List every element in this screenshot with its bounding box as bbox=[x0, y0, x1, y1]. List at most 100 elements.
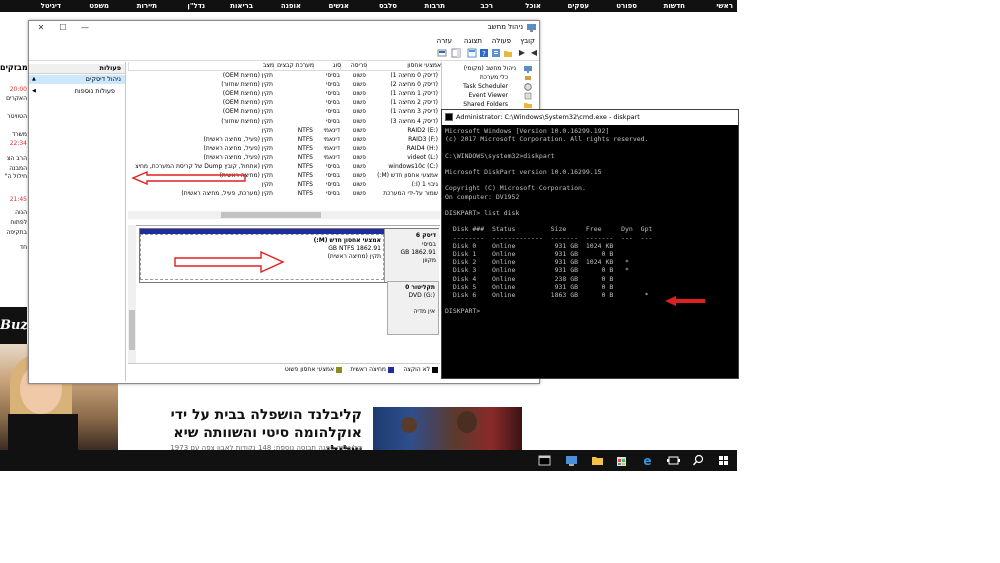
site-nav-item[interactable]: משפט bbox=[89, 0, 109, 12]
site-nav-item[interactable]: חדשות bbox=[664, 0, 685, 12]
action-more-actions[interactable]: ◀ פעולות נוספות bbox=[29, 87, 125, 96]
tree-root[interactable]: ניהול מחשב (מקומי) bbox=[464, 64, 516, 73]
volume-row[interactable]: RAID3 (F:) פשוט דינאמי NTFS תקין (פעיל, מחיצ… bbox=[128, 136, 440, 145]
partition-status: תקין (מחיצה ראשית) bbox=[327, 253, 381, 260]
volume-row[interactable]: RAID2 (E:) פשוט דינאמי NTFS תקין bbox=[128, 127, 440, 136]
menu-file[interactable]: קובץ bbox=[520, 36, 535, 46]
ticker-line[interactable]: חד bbox=[0, 244, 27, 251]
horizontal-scrollbar[interactable] bbox=[128, 211, 440, 219]
site-nav-item[interactable]: אוכל bbox=[525, 0, 541, 12]
cmd-line: -------- ------------- ------- ------- -… bbox=[445, 233, 653, 242]
volume-cell: תקין (מחיצת OEM) bbox=[222, 90, 273, 98]
search-icon[interactable] bbox=[691, 453, 706, 468]
column-layout[interactable]: פריסה bbox=[340, 62, 367, 70]
column-volume[interactable]: אמצעי אחסון bbox=[366, 62, 441, 70]
ticker-line[interactable]: הרב הצ bbox=[0, 155, 27, 162]
volume-row[interactable]: (דיסק 1 מחיצה 1) פשוט בסיסי תקין (מחיצת OEM… bbox=[128, 90, 440, 99]
volume-row[interactable]: (דיסק 3 מחיצה 1) פשוט בסיסי תקין (מחיצת OEM… bbox=[128, 108, 440, 117]
action-disk-management[interactable]: ▲ ניהול דיסקים bbox=[29, 75, 125, 84]
ticker-line[interactable]: 21:45 bbox=[0, 196, 27, 203]
properties-icon[interactable] bbox=[491, 48, 501, 58]
minimize-icon[interactable]: — bbox=[75, 22, 95, 34]
ad-brand-logo[interactable]: Buz bbox=[0, 307, 27, 344]
cmd-icon[interactable] bbox=[537, 453, 552, 468]
ticker-line[interactable]: לפתוח bbox=[0, 219, 27, 226]
volume-cell: דינאמי bbox=[323, 153, 340, 161]
vertical-scrollbar[interactable] bbox=[128, 225, 136, 363]
volume-row[interactable]: (דיסק 4 מחיצה 3) פשוט בסיסי תקין (מחיצת שחז… bbox=[128, 118, 440, 127]
ticker-line[interactable]: משרד bbox=[0, 131, 27, 138]
close-icon[interactable]: ✕ bbox=[31, 22, 51, 34]
ticker-line[interactable]: הנוה bbox=[0, 209, 27, 216]
disk6-label[interactable]: דיסק 6 בסיסי 1862.91 GB מקוון bbox=[384, 229, 439, 282]
volume-row[interactable]: (דיסק 2 מחיצה 1) פשוט בסיסי תקין (מחיצת OEM… bbox=[128, 99, 440, 108]
view-icon[interactable] bbox=[467, 48, 477, 58]
tree-system-tools[interactable]: כלי מערכת bbox=[480, 73, 508, 82]
ticker-line[interactable]: 20:00 bbox=[0, 86, 27, 93]
column-status[interactable]: מצב bbox=[128, 62, 274, 70]
volume-cell: תקין (מחיצת OEM) bbox=[222, 72, 273, 79]
volume-row[interactable]: RAID4 (H:) פשוט דינאמי NTFS תקין (פעיל, מחיצ… bbox=[128, 145, 440, 154]
volume-row[interactable]: videot (L:) פשוט דינאמי NTFS תקין (פעיל, מחי… bbox=[128, 154, 440, 163]
tree-event-viewer[interactable]: Event Viewer bbox=[469, 91, 509, 100]
tree-task-scheduler[interactable]: Task Scheduler bbox=[463, 82, 508, 91]
site-nav-item[interactable]: בריאות bbox=[230, 0, 253, 12]
menu-view[interactable]: תצוגה bbox=[464, 36, 482, 46]
cmd-line: Disk 1 Online 931 GB 0 B bbox=[445, 250, 614, 259]
site-nav-item[interactable]: נדל"ן bbox=[187, 0, 205, 12]
volume-cell: פשוט bbox=[352, 99, 366, 107]
folder-icon[interactable] bbox=[590, 453, 605, 468]
site-nav-item[interactable]: רכב bbox=[481, 0, 493, 12]
cmd-output[interactable]: Microsoft Windows [Version 10.0.16299.19… bbox=[445, 127, 735, 367]
volume-row[interactable]: (דיסק 0 מחיצה 1) פשוט בסיסי תקין (מחיצת OEM… bbox=[128, 72, 440, 81]
volume-cell: תקין (מערכת, פעיל, מחיצה ראשית) bbox=[181, 190, 273, 198]
ticker-line[interactable]: מבזקים bbox=[0, 63, 27, 72]
volume-cell: פשוט bbox=[352, 81, 366, 89]
cdrom-row[interactable]: תקליטור 0 DVD (G:) אין מדיה bbox=[387, 281, 439, 335]
site-nav-item[interactable]: סלבס bbox=[379, 0, 397, 12]
edge-icon[interactable]: e bbox=[640, 453, 655, 468]
network-icon[interactable] bbox=[564, 453, 579, 468]
volume-row[interactable]: שמור על-ידי המערכת פשוט בסיסי NTFS תקין (מער… bbox=[128, 190, 440, 199]
cmd-line bbox=[445, 176, 735, 184]
ticker-line[interactable]: הטוויטר bbox=[0, 113, 27, 120]
volume-row[interactable]: (דיסק 0 מחיצה 2) פשוט בסיסי תקין (מחיצת שחז… bbox=[128, 81, 440, 90]
window-titlebar[interactable]: ✕ ☐ — ניהול מחשב bbox=[29, 21, 539, 35]
site-nav-item[interactable]: תיירות bbox=[137, 0, 157, 12]
site-nav-item[interactable]: אופנה bbox=[281, 0, 301, 12]
volume-cell: RAID2 (E:) bbox=[407, 126, 438, 134]
disk-view-icon[interactable] bbox=[437, 48, 447, 58]
ticker-line[interactable]: "חילול ה bbox=[0, 173, 27, 180]
collapse-triangle-icon: ▲ bbox=[32, 76, 36, 82]
back-icon[interactable]: ◀ bbox=[529, 48, 539, 58]
article-photo[interactable] bbox=[373, 407, 522, 450]
site-nav-item[interactable]: ראשי bbox=[716, 0, 733, 12]
column-type[interactable]: סוג bbox=[313, 62, 341, 70]
menu-help[interactable]: עזרה bbox=[437, 36, 452, 46]
folder-icon[interactable] bbox=[503, 48, 513, 58]
site-nav-item[interactable]: אנשים bbox=[328, 0, 349, 12]
forward-icon[interactable]: ▶ bbox=[517, 48, 527, 58]
ticker-line[interactable]: האקרים bbox=[0, 95, 27, 102]
volume-cell: RAID3 (F:) bbox=[408, 135, 438, 143]
store-icon[interactable] bbox=[614, 453, 629, 468]
site-nav-item[interactable]: דיגיטל bbox=[41, 0, 61, 12]
windows-icon[interactable] bbox=[716, 453, 731, 468]
actions-header: פעולות bbox=[29, 64, 125, 74]
site-nav-item[interactable]: תרבות bbox=[425, 0, 445, 12]
site-nav-item[interactable]: ספורט bbox=[616, 0, 637, 12]
ticker-line[interactable]: המבנה bbox=[0, 165, 27, 172]
site-nav-item[interactable]: עסקים bbox=[567, 0, 589, 12]
ticker-line[interactable]: 22:34 bbox=[0, 140, 27, 147]
ticker-line[interactable]: בתקיפה bbox=[0, 229, 27, 236]
maximize-icon[interactable]: ☐ bbox=[53, 22, 73, 34]
task-view-icon[interactable] bbox=[666, 453, 681, 468]
column-filesystem[interactable]: מערכת קבצים bbox=[273, 62, 314, 70]
menu-action[interactable]: פעולה bbox=[492, 36, 511, 46]
cmd-window: Administrator: C:\Windows\System32\cmd.e… bbox=[441, 109, 739, 379]
tree-shared-folders[interactable]: Shared Folders bbox=[463, 100, 508, 109]
cmd-line: Disk 5 Online 931 GB 0 B bbox=[445, 282, 614, 291]
cmd-titlebar[interactable]: Administrator: C:\Windows\System32\cmd.e… bbox=[442, 110, 738, 125]
console-tree-icon[interactable] bbox=[451, 48, 461, 58]
help-icon[interactable]: ? bbox=[479, 48, 489, 58]
